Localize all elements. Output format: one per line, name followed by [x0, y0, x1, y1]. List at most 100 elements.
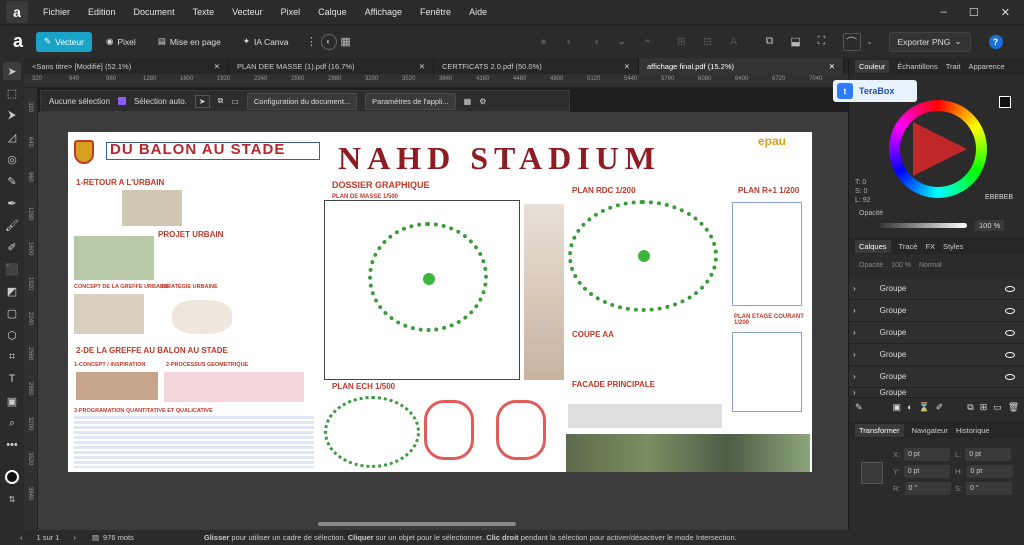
tab-affichage-final[interactable]: affichage final.pdf (15.2%) ✕ [639, 58, 844, 74]
menu-aide[interactable]: Aide [460, 7, 496, 17]
divide-shape-icon[interactable]: ◓ [639, 33, 657, 51]
menu-fenetre[interactable]: Fenêtre [411, 7, 460, 17]
layer-row[interactable]: › Groupe [849, 300, 1024, 322]
color-picker-icon[interactable]: ◎ [3, 150, 21, 168]
close-icon[interactable]: ✕ [1001, 6, 1010, 19]
app-logo-icon[interactable]: a [6, 1, 28, 23]
tab-trait[interactable]: Trait [946, 62, 961, 71]
persona-vecteur[interactable]: ✎ Vecteur [36, 31, 92, 52]
close-icon[interactable]: ✕ [419, 62, 425, 71]
fill-swatch[interactable] [999, 96, 1011, 108]
menu-pixel[interactable]: Pixel [272, 7, 310, 17]
menu-document[interactable]: Document [125, 7, 184, 17]
text-icon[interactable]: A [725, 33, 743, 51]
paint-tool-icon[interactable]: ✐ [3, 238, 21, 256]
y-input[interactable]: 0 pt [903, 465, 950, 478]
document-setup-button[interactable]: Configuration du document... [246, 92, 358, 110]
menu-calque[interactable]: Calque [309, 7, 356, 17]
height-input[interactable]: 0 pt [966, 465, 1013, 478]
adjustment-icon[interactable]: ◐ [907, 402, 912, 413]
grid-icon[interactable]: ▦ [337, 33, 355, 51]
minimize-icon[interactable]: – [941, 6, 947, 19]
subtract-shape-icon[interactable]: ◐ [561, 33, 579, 51]
tab-echantillons[interactable]: Échantillons [897, 62, 937, 71]
close-icon[interactable]: ✕ [624, 62, 630, 71]
arrange-back-icon[interactable]: ⧉ [761, 33, 779, 51]
tab-sans-titre[interactable]: <Sans titre> [Modifié] (52.1%) ✕ [24, 58, 229, 74]
persona-mise-en-page[interactable]: ▤ Mise en page [150, 32, 229, 52]
layer-opacity-value[interactable]: 100 % [891, 262, 911, 269]
expand-icon[interactable]: › [853, 372, 856, 381]
brush-layer-icon[interactable]: ✐ [936, 402, 944, 413]
tab-styles[interactable]: Styles [943, 242, 963, 251]
color-wheel[interactable] [889, 100, 987, 198]
xor-shape-icon[interactable]: ◒ [613, 33, 631, 51]
maximize-icon[interactable]: ☐ [969, 6, 979, 19]
tab-navigateur[interactable]: Navigateur [912, 426, 948, 435]
next-page-icon[interactable]: › [73, 533, 76, 542]
visibility-eye-icon[interactable] [1005, 285, 1015, 292]
corner-tool-icon[interactable]: ◿ [3, 128, 21, 146]
add-layer-icon[interactable]: ⊞ [980, 402, 988, 413]
expand-icon[interactable]: › [853, 350, 856, 359]
expand-icon[interactable]: › [853, 328, 856, 337]
pen-tool-icon[interactable]: ✒ [3, 194, 21, 212]
shape-tool-icon[interactable]: ⬡ [3, 326, 21, 344]
app-preferences-button[interactable]: Paramètres de l'appli... [365, 92, 456, 110]
menu-texte[interactable]: Texte [184, 7, 224, 17]
add-shape-icon[interactable]: ● [535, 33, 553, 51]
color-well-icon[interactable] [3, 468, 21, 486]
anchor-grid-icon[interactable] [861, 462, 883, 484]
expand-icon[interactable]: › [853, 306, 856, 315]
settings-icon[interactable]: ⚙ [479, 97, 486, 106]
tab-transformer[interactable]: Transformer [855, 423, 904, 437]
menu-edition[interactable]: Edition [79, 7, 125, 17]
menu-vecteur[interactable]: Vecteur [223, 7, 272, 17]
pencil-tool-icon[interactable]: ✎ [3, 172, 21, 190]
auto-select-checkbox[interactable] [117, 97, 126, 105]
rotation-input[interactable]: 0 ° [904, 482, 951, 495]
artboard-tool-icon[interactable]: ⬚ [3, 84, 21, 102]
transform-icon[interactable]: ⛶ [813, 33, 831, 51]
fx-icon[interactable]: ⌛ [919, 402, 930, 413]
tab-plan-de-masse[interactable]: PLAN DEE MASSE (1).pdf (16.7%) ✕ [229, 58, 434, 74]
tab-calques[interactable]: Calques [855, 239, 891, 253]
tab-fx[interactable]: FX [925, 242, 935, 251]
tab-couleur[interactable]: Couleur [855, 59, 890, 73]
expand-icon[interactable]: › [853, 284, 856, 293]
horizontal-scrollbar[interactable] [318, 522, 516, 526]
zoom-tool-icon[interactable]: ⌕ [3, 414, 21, 432]
help-icon[interactable]: ? [988, 34, 1003, 49]
hex-field[interactable]: EBEBEB [985, 194, 1013, 201]
group-icon[interactable]: ⧉ [967, 402, 973, 413]
folder-icon[interactable]: ▭ [993, 402, 1002, 413]
layer-properties-icon[interactable]: ✎ [855, 402, 863, 413]
mask-icon[interactable]: ▣ [893, 402, 902, 413]
poster-artboard[interactable]: DU BALON AU STADE NAHD STADIUM epau 1-RE… [68, 132, 812, 472]
menu-affichage[interactable]: Affichage [356, 7, 411, 17]
layer-row[interactable]: › Groupe [849, 388, 1024, 398]
snapping-toggle-icon[interactable]: ⌒ [842, 32, 861, 51]
delete-icon[interactable]: 🗑 [1008, 402, 1019, 413]
width-input[interactable]: 0 pt [965, 448, 1012, 461]
opacity-slider[interactable] [879, 223, 967, 228]
text-tool-icon[interactable]: T [3, 370, 21, 388]
terabox-badge[interactable]: t TeraBox [833, 80, 917, 102]
crop-tool-icon[interactable]: ⌗ [3, 348, 21, 366]
paste-icon[interactable]: ▭ [231, 97, 239, 106]
visibility-eye-icon[interactable] [1005, 329, 1015, 336]
rectangle-tool-icon[interactable]: ▢ [3, 304, 21, 322]
distribute-icon[interactable]: ⊟ [699, 33, 717, 51]
more-tools-icon[interactable]: ••• [3, 436, 21, 454]
intersect-shape-icon[interactable]: ◑ [587, 33, 605, 51]
more-icon[interactable]: ⋮ [303, 33, 321, 51]
layer-row[interactable]: › Groupe [849, 278, 1024, 300]
close-icon[interactable]: ✕ [829, 62, 835, 71]
dropdown-icon[interactable]: ⌄ [861, 33, 879, 51]
select-mode-icon[interactable]: ➤ [194, 94, 210, 108]
persona-pixel[interactable]: ◉ Pixel [98, 32, 144, 52]
shear-input[interactable]: 0 ° [966, 482, 1013, 495]
arrange-front-icon[interactable]: ⬓ [787, 33, 805, 51]
x-input[interactable]: 0 pt [904, 448, 951, 461]
brush-tool-icon[interactable]: 🖌 [3, 216, 21, 234]
